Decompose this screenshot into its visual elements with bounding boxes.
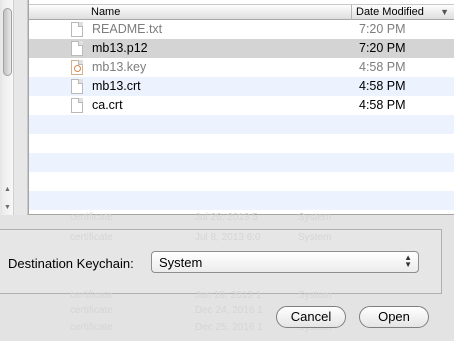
open-button[interactable]: Open [359,306,429,328]
file-date: 7:20 PM [359,22,406,36]
file-name: mb13.p12 [92,41,148,55]
file-name: README.txt [92,22,163,36]
background-date: Jul 8, 2013 6:0 [195,232,261,243]
file-date: 4:58 PM [359,60,406,74]
vertical-scrollbar[interactable]: ▲ ▼ [2,0,14,215]
file-date: 7:20 PM [359,41,406,55]
background-keychain: System [298,212,332,223]
key-file-icon [71,60,83,75]
file-date: 4:58 PM [359,79,406,93]
date-modified-column-header[interactable]: Date Modified ▼ [351,5,454,20]
destination-keychain-label: Destination Keychain: [8,256,134,271]
background-kind: certificate [70,212,113,223]
certificate-file-icon [71,79,83,94]
text-file-icon [71,22,83,37]
background-kind: certificate [70,290,113,301]
file-row[interactable]: ca.crt 4:58 PM [29,96,454,115]
date-modified-label: Date Modified [356,6,424,18]
background-kind: certificate [70,305,113,316]
sort-descending-icon: ▼ [440,7,449,17]
cancel-button[interactable]: Cancel [276,306,346,328]
column-header: Name Date Modified ▼ [29,4,454,20]
file-row[interactable]: README.txt 7:20 PM [29,20,454,39]
empty-row [29,115,454,134]
file-name: mb13.crt [92,79,141,93]
background-keychain-row: certificate Jul 8, 2013 6:0 System [70,232,331,243]
file-row[interactable]: mb13.p12 7:20 PM [29,39,454,58]
background-date: Jul 26, 2013 5 [195,212,258,223]
scroll-down-arrow-icon[interactable]: ▼ [4,204,11,211]
background-keychain-row: certificate Jul 26, 2013 5 System [70,212,331,223]
file-browser[interactable]: Name Date Modified ▼ README.txt 7:20 PM mb… [28,0,454,215]
certificate-file-icon [71,41,83,56]
background-keychain: System [298,290,332,301]
file-date: 4:58 PM [359,98,406,112]
name-column-header[interactable]: Name [91,6,349,20]
empty-row [29,191,454,210]
updown-arrows-icon: ▲ ▼ [404,253,412,269]
destination-keychain-popup[interactable]: System ▲ ▼ [151,251,419,273]
background-kind: certificate [70,232,113,243]
background-keychain: System [298,232,332,243]
background-date: Jun 18, 2013 1 [195,290,262,301]
background-kind: certificate [70,322,113,333]
destination-keychain-value: System [159,255,203,270]
scroll-up-arrow-icon[interactable]: ▲ [4,186,11,193]
empty-row [29,153,454,172]
certificate-file-icon [71,98,83,113]
file-name: ca.crt [92,98,123,112]
background-keychain-row: certificate Jun 18, 2013 1 System [70,290,331,301]
file-name: mb13.key [92,60,147,74]
file-row[interactable]: mb13.key 4:58 PM [29,58,454,77]
left-sidebar-strip: ▲ ▼ [0,0,28,215]
scrollbar-thumb[interactable] [3,8,12,76]
file-row[interactable]: mb13.crt 4:58 PM [29,77,454,96]
